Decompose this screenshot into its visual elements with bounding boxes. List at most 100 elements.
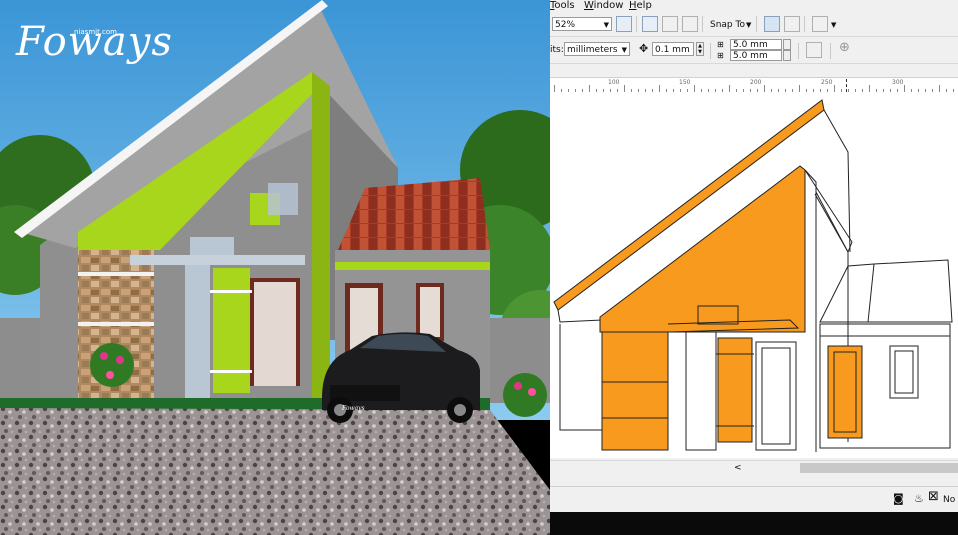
separator [636, 16, 637, 32]
house-vector-drawing[interactable] [550, 92, 958, 458]
ruler-tick [729, 85, 730, 92]
nudge-distance-value: 0.1 mm [655, 45, 690, 55]
stone-stripe [78, 272, 154, 276]
gravel-ground [0, 408, 550, 535]
duplicate-x-field[interactable]: 5.0 mm [730, 39, 782, 50]
porch-pillar-shape[interactable] [685, 331, 717, 451]
ruler-tick [694, 85, 695, 92]
status-bar: ◙ ♨ ⊠ No [550, 486, 958, 513]
separator [798, 43, 799, 59]
green-accent-column [312, 72, 330, 400]
stone-stripe [78, 322, 154, 326]
duplicate-y-spinner[interactable] [783, 50, 791, 61]
scroll-left-arrow[interactable]: < [734, 462, 742, 474]
house-render-image: Foways Foways niasmit.com [0, 0, 550, 535]
snap-to-button[interactable]: Snap To [710, 19, 745, 31]
ruler-tick [554, 85, 555, 92]
porch-canopy [130, 255, 305, 265]
window-shape[interactable] [889, 345, 919, 399]
logo-site: niasmit.com [74, 28, 118, 36]
chevron-down-icon[interactable]: ▼ [831, 19, 836, 31]
zoom-fit-icon[interactable] [616, 16, 632, 32]
horizontal-ruler[interactable]: 100 150 200 250 300 [550, 77, 958, 93]
standard-toolbar: 52% ▼ Snap To ▼ ▼ [550, 12, 958, 37]
duplicate-y-value: 5.0 mm [733, 51, 768, 61]
zoom-level-combo[interactable]: 52% ▼ [552, 17, 612, 31]
menu-tools[interactable]: Tools [550, 0, 575, 12]
column-outline[interactable] [804, 169, 817, 452]
units-value: millimeters [567, 45, 618, 55]
ruler-cursor-marker [846, 79, 848, 92]
application-launcher-icon[interactable] [812, 16, 828, 32]
ruler-tick [869, 85, 870, 92]
ruler-label: 250 [821, 79, 833, 86]
tile-roof-shape[interactable] [819, 259, 953, 323]
separator [756, 16, 757, 32]
duplicate-y-field[interactable]: 5.0 mm [730, 50, 782, 61]
full-screen-preview-icon[interactable] [642, 16, 658, 32]
fill-bucket-icon[interactable]: ♨ [914, 493, 924, 505]
separator [710, 43, 711, 59]
chevron-down-icon[interactable]: ▼ [746, 19, 751, 31]
logo: Foways niasmit.com [16, 22, 173, 62]
add-icon[interactable]: ⊕ [839, 41, 850, 54]
menu-help[interactable]: Help [629, 0, 652, 12]
document-icon[interactable]: ◙ [893, 493, 904, 505]
roof-outline[interactable] [804, 169, 853, 254]
duplicate-x-spinner[interactable] [783, 39, 791, 50]
options-icon[interactable] [764, 16, 780, 32]
chevron-down-icon: ▼ [603, 21, 609, 29]
fence-outline[interactable] [559, 324, 602, 431]
door-glass [254, 282, 296, 386]
duplicate-x-value: 5.0 mm [733, 40, 768, 50]
stone-wall-shape[interactable] [601, 331, 669, 451]
nudge-icon: ✥ [639, 42, 649, 55]
units-label: its: [550, 45, 564, 55]
flower-bush [90, 343, 134, 387]
chevron-down-icon: ▼ [621, 46, 627, 54]
green-column [213, 268, 250, 393]
menu-window[interactable]: Window [584, 0, 623, 12]
column-stripe [210, 290, 252, 293]
porch-pillar [185, 265, 210, 400]
duplicate-y-icon: ⊞ [717, 51, 724, 60]
fill-status-text: No [943, 495, 956, 505]
car-plate: Foways [341, 405, 365, 412]
drawing-app-window: Tools Window Help 52% ▼ Snap To ▼ ▼ its:… [550, 0, 958, 535]
property-bar: its: millimeters ▼ ✥ 0.1 mm ▲ ▼ ⊞ 5.0 mm … [550, 37, 958, 64]
column-stripe [210, 370, 252, 373]
separator [804, 16, 805, 32]
align-icon[interactable] [784, 16, 800, 32]
no-fill-icon[interactable]: ⊠ [928, 490, 939, 503]
taskbar-strip [550, 512, 958, 535]
ruler-label: 200 [750, 79, 762, 86]
ruler-tick [834, 85, 835, 92]
separator [702, 16, 703, 32]
drawing-canvas[interactable] [550, 92, 958, 458]
ruler-tick [799, 85, 800, 92]
scrollbar-thumb[interactable] [800, 463, 958, 473]
nudge-spinner[interactable]: ▲ ▼ [696, 42, 704, 56]
blue-square [268, 183, 298, 215]
window-shape[interactable] [827, 345, 863, 439]
ruler-tick [589, 85, 590, 92]
units-combo[interactable]: millimeters ▼ [564, 42, 630, 56]
treat-as-filled-icon[interactable] [806, 42, 822, 58]
ruler-label: 100 [608, 79, 620, 86]
flower-bush [503, 373, 547, 417]
view-options-icon[interactable] [662, 16, 678, 32]
horizontal-scrollbar[interactable]: < [550, 460, 958, 475]
ruler-tick [904, 85, 905, 92]
nudge-distance-field[interactable]: 0.1 mm [652, 42, 694, 56]
roof-outline[interactable] [557, 309, 603, 323]
show-grid-icon[interactable] [682, 16, 698, 32]
house-render-svg: Foways [0, 0, 550, 535]
ruler-label: 300 [892, 79, 904, 86]
ruler-tick [659, 85, 660, 92]
ruler-tick [939, 85, 940, 92]
menu-bar: Tools Window Help [550, 0, 958, 12]
window-glass [420, 287, 440, 337]
right-wing-band [335, 262, 490, 270]
ruler-tick [624, 85, 625, 92]
ruler-label: 150 [679, 79, 691, 86]
